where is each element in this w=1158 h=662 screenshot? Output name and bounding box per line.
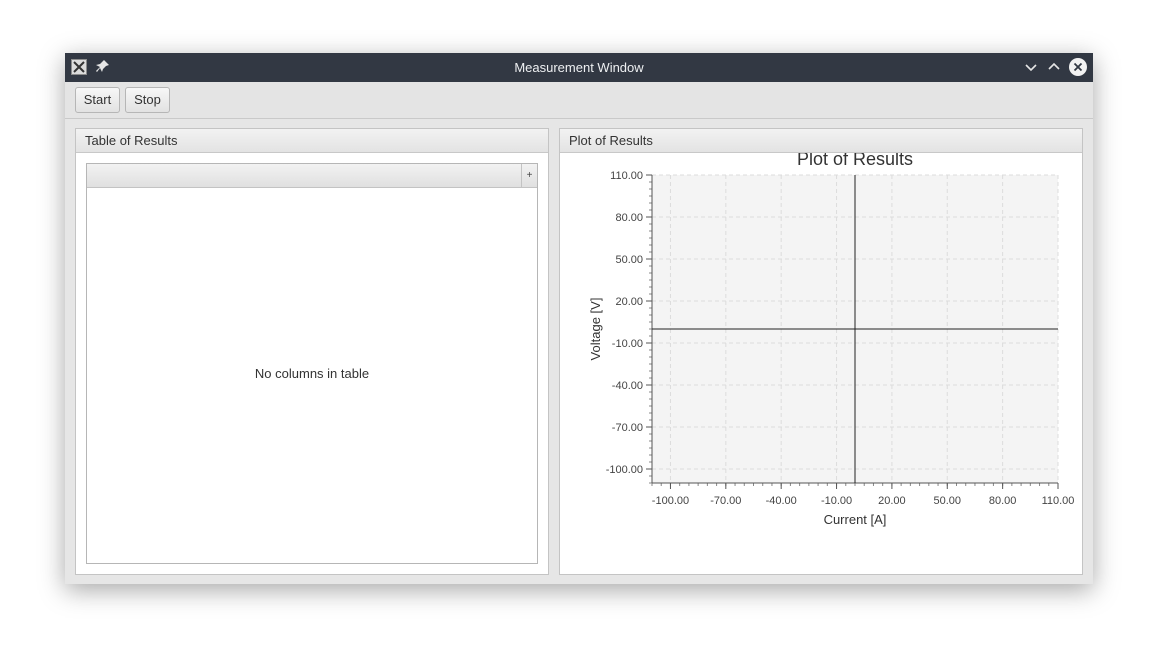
- y-tick-label: -100.00: [606, 464, 643, 476]
- toolbar: Start Stop: [65, 82, 1093, 119]
- x-tick-label: 110.00: [1042, 495, 1075, 507]
- table-panel: Table of Results + No columns in table: [75, 128, 549, 575]
- y-tick-label: 50.00: [615, 254, 643, 266]
- x-tick-label: 20.00: [878, 495, 906, 507]
- x-tick-label: -40.00: [766, 495, 797, 507]
- x-tick-label: -100.00: [652, 495, 689, 507]
- x-tick-label: 80.00: [989, 495, 1017, 507]
- table-header: +: [87, 164, 537, 188]
- chevron-down-icon[interactable]: [1022, 58, 1040, 76]
- plus-icon[interactable]: +: [521, 164, 537, 188]
- chevron-up-icon[interactable]: [1045, 58, 1063, 76]
- results-table[interactable]: + No columns in table: [86, 163, 538, 564]
- chart-title: Plot of Results: [797, 153, 913, 169]
- y-tick-label: -70.00: [612, 422, 643, 434]
- table-panel-header: Table of Results: [76, 129, 548, 153]
- x-tick-label: 50.00: [934, 495, 962, 507]
- y-tick-label: 20.00: [615, 296, 643, 308]
- start-button[interactable]: Start: [75, 87, 120, 113]
- y-tick-label: -40.00: [612, 380, 643, 392]
- title-bar[interactable]: Measurement Window: [65, 53, 1093, 82]
- y-tick-label: 80.00: [615, 212, 643, 224]
- y-axis-title: Voltage [V]: [588, 298, 603, 361]
- results-chart[interactable]: -100.00 -70.00 -40.00 -10.00 20.00 50.00 80.00…: [560, 153, 1082, 574]
- table-empty-message: No columns in table: [254, 366, 370, 381]
- close-icon[interactable]: [1069, 58, 1087, 76]
- plot-panel-header: Plot of Results: [560, 129, 1082, 153]
- plot-panel: Plot of Results -100.00 -70.00 -40.00 -10.0…: [559, 128, 1083, 575]
- stop-button[interactable]: Stop: [125, 87, 170, 113]
- x-tick-label: -10.00: [821, 495, 852, 507]
- window-title: Measurement Window: [514, 60, 644, 75]
- measurement-window: Measurement Window Start Stop Table of R…: [65, 53, 1093, 584]
- x-tick-label: -70.00: [710, 495, 741, 507]
- x-axis-title: Current [A]: [824, 512, 887, 527]
- y-tick-label: 110.00: [610, 170, 643, 182]
- y-tick-label: -10.00: [612, 338, 643, 350]
